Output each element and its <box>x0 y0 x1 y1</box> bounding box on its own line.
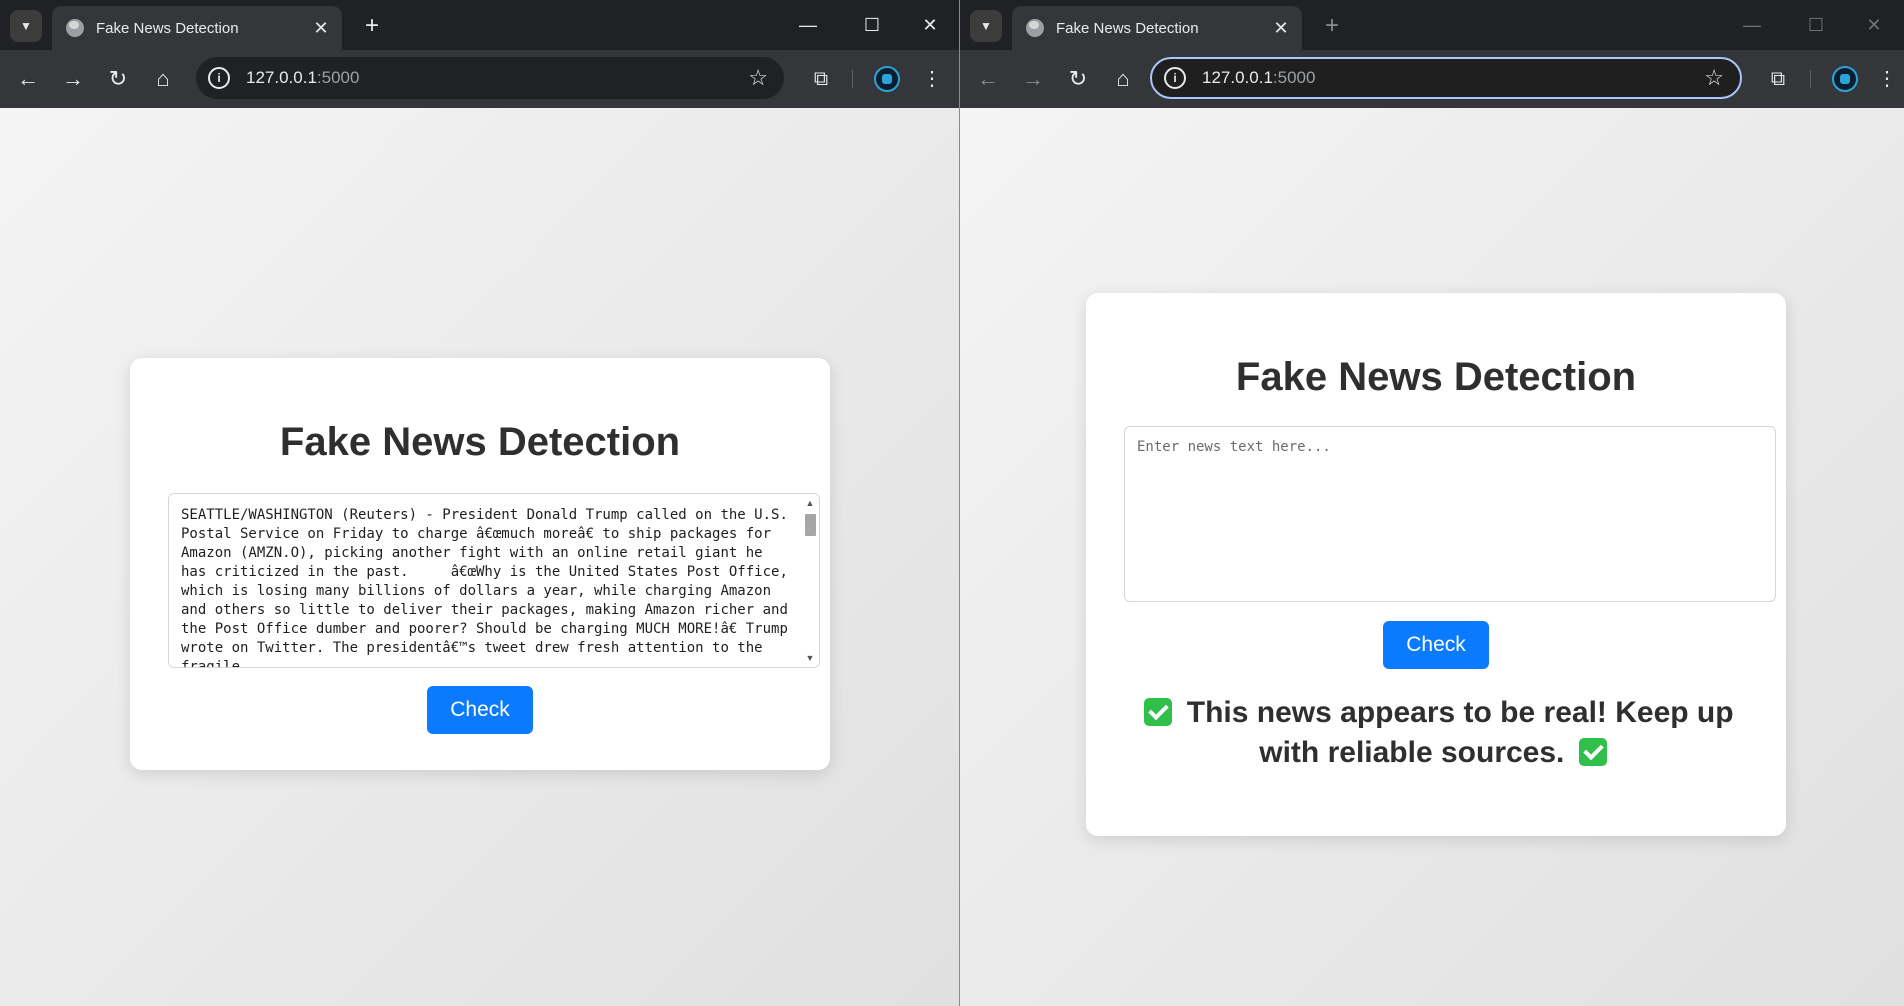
globe-icon <box>1026 19 1044 37</box>
plus-icon[interactable]: + <box>356 10 388 42</box>
profile-icon[interactable] <box>874 66 900 92</box>
url-host: 127.0.0.1 <box>1202 68 1273 87</box>
kebab-menu-icon[interactable]: ⋮ <box>915 62 949 96</box>
news-textarea[interactable]: Enter news text here... <box>1124 426 1776 602</box>
check-button[interactable]: Check <box>427 686 533 734</box>
url-host: 127.0.0.1 <box>246 68 317 87</box>
arrow-left-icon[interactable]: ← <box>971 62 1005 96</box>
news-text-value: SEATTLE/WASHINGTON (Reuters) - President… <box>181 507 788 667</box>
maximize-icon[interactable]: ☐ <box>848 8 896 42</box>
scroll-thumb[interactable] <box>805 514 816 536</box>
browser-tab[interactable]: Fake News Detection ✕ <box>1012 6 1302 50</box>
toolbar-separator <box>1810 70 1811 88</box>
page-content: Fake News Detection Enter news text here… <box>960 108 1904 1006</box>
page-content: Fake News Detection SEATTLE/WASHINGTON (… <box>0 108 959 1006</box>
news-textarea[interactable]: SEATTLE/WASHINGTON (Reuters) - President… <box>168 493 820 668</box>
minimize-icon[interactable]: — <box>784 8 832 42</box>
toolbar: ← → ↻ ⌂ i 127.0.0.1:5000 ☆ ⧉ ⋮ <box>0 50 959 108</box>
profile-icon[interactable] <box>1832 66 1858 92</box>
toolbar-separator <box>852 70 853 88</box>
browser-tab[interactable]: Fake News Detection ✕ <box>52 6 342 50</box>
check-mark-icon <box>1144 698 1173 726</box>
title-bar: ▼ Fake News Detection ✕ + — ☐ ✕ <box>0 0 959 50</box>
puzzle-icon[interactable]: ⧉ <box>1761 62 1795 96</box>
tab-title: Fake News Detection <box>96 19 239 37</box>
puzzle-icon[interactable]: ⧉ <box>804 62 838 96</box>
scroll-up-icon[interactable]: ▲ <box>801 496 819 510</box>
reload-icon[interactable]: ↻ <box>101 62 135 96</box>
browser-window-left: ▼ Fake News Detection ✕ + — ☐ ✕ ← → ↻ ⌂ … <box>0 0 959 1006</box>
kebab-menu-icon[interactable]: ⋮ <box>1870 62 1904 96</box>
window-close-icon[interactable]: ✕ <box>906 8 954 42</box>
scrollbar[interactable]: ▲ ▼ <box>801 494 819 667</box>
reload-icon[interactable]: ↻ <box>1061 62 1095 96</box>
home-icon[interactable]: ⌂ <box>146 62 180 96</box>
close-icon[interactable]: ✕ <box>308 18 334 39</box>
close-icon[interactable]: ✕ <box>1268 18 1294 39</box>
browser-window-right: ▼ Fake News Detection ✕ + — ☐ ✕ ← → ↻ ⌂ … <box>960 0 1904 1006</box>
textarea-placeholder: Enter news text here... <box>1137 439 1331 455</box>
url-port: :5000 <box>1272 68 1316 87</box>
info-icon[interactable]: i <box>1164 67 1186 89</box>
detection-card: Fake News Detection Enter news text here… <box>1086 293 1786 836</box>
result-text: This news appears to be real! Keep up wi… <box>1186 696 1734 769</box>
minimize-icon[interactable]: — <box>1728 8 1776 42</box>
address-bar[interactable]: i 127.0.0.1:5000 ☆ <box>196 57 784 99</box>
star-icon[interactable]: ☆ <box>748 65 768 91</box>
address-bar[interactable]: i 127.0.0.1:5000 ☆ <box>1150 57 1742 99</box>
info-icon[interactable]: i <box>208 67 230 89</box>
window-close-icon[interactable]: ✕ <box>1850 8 1898 42</box>
check-mark-icon <box>1578 738 1607 766</box>
detection-card: Fake News Detection SEATTLE/WASHINGTON (… <box>130 358 830 770</box>
page-title: Fake News Detection <box>279 420 681 464</box>
result-message: This news appears to be real! Keep up wi… <box>1136 693 1736 773</box>
check-button[interactable]: Check <box>1383 621 1489 669</box>
plus-icon[interactable]: + <box>1316 10 1348 42</box>
arrow-left-icon[interactable]: ← <box>11 62 45 96</box>
arrow-right-icon[interactable]: → <box>1016 62 1050 96</box>
home-icon[interactable]: ⌂ <box>1106 62 1140 96</box>
scroll-down-icon[interactable]: ▼ <box>801 651 819 665</box>
star-icon[interactable]: ☆ <box>1704 65 1724 91</box>
globe-icon <box>66 19 84 37</box>
tab-title: Fake News Detection <box>1056 19 1199 37</box>
arrow-right-icon[interactable]: → <box>56 62 90 96</box>
chevron-down-icon[interactable]: ▼ <box>10 10 42 42</box>
chevron-down-icon[interactable]: ▼ <box>970 10 1002 42</box>
url-port: :5000 <box>316 68 360 87</box>
toolbar: ← → ↻ ⌂ i 127.0.0.1:5000 ☆ ⧉ ⋮ <box>960 50 1904 108</box>
maximize-icon[interactable]: ☐ <box>1792 8 1840 42</box>
page-title: Fake News Detection <box>1235 355 1637 399</box>
title-bar: ▼ Fake News Detection ✕ + — ☐ ✕ <box>960 0 1904 50</box>
